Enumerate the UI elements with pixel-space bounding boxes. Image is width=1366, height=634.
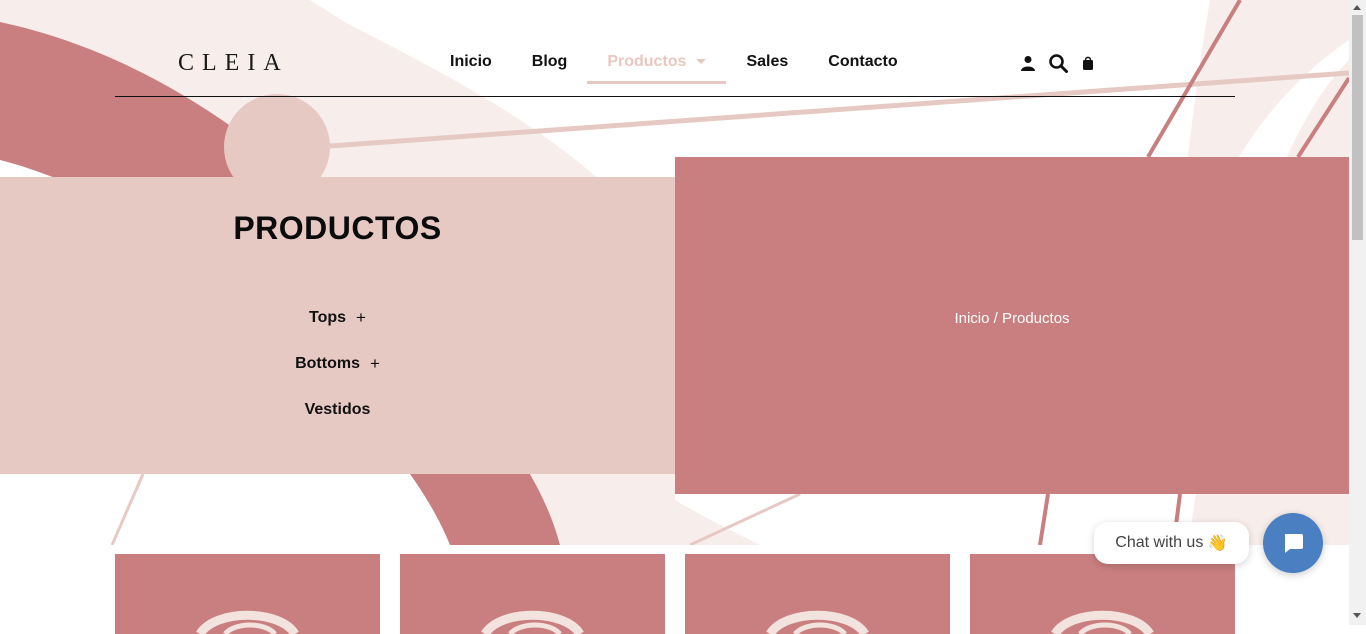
product-card[interactable] xyxy=(400,554,665,634)
header-actions xyxy=(1018,52,1098,74)
nav-item-blog[interactable]: Blog xyxy=(512,50,588,82)
brand-logo[interactable]: CLEIA xyxy=(178,50,289,77)
chat-prompt-bubble[interactable]: Chat with us 👋 xyxy=(1094,522,1249,564)
page-title: PRODUCTOS xyxy=(233,210,442,246)
category-item-tops[interactable]: Tops + xyxy=(0,295,675,341)
placeholder-image-icon xyxy=(766,610,869,634)
nav-item-contacto[interactable]: Contacto xyxy=(808,50,917,82)
product-grid xyxy=(115,554,1235,634)
expand-plus-icon[interactable]: + xyxy=(356,308,366,328)
placeholder-image-icon xyxy=(196,610,299,634)
chat-icon xyxy=(1284,534,1303,553)
scroll-down-icon[interactable] xyxy=(1353,613,1361,618)
breadcrumb-home-link[interactable]: Inicio xyxy=(954,310,989,327)
page-scrollbar[interactable] xyxy=(1349,0,1366,625)
waving-hand-icon: 👋 xyxy=(1207,535,1228,552)
scroll-thumb[interactable] xyxy=(1352,15,1363,240)
search-icon[interactable] xyxy=(1048,52,1068,74)
category-label: Bottoms xyxy=(295,355,360,372)
nav-item-productos[interactable]: Productos xyxy=(587,50,727,84)
chat-prompt-label: Chat with us xyxy=(1115,534,1204,551)
category-list: Tops + Bottoms + Vestidos xyxy=(0,295,675,433)
product-card[interactable] xyxy=(685,554,950,634)
nav-item-productos-label: Productos xyxy=(607,53,687,70)
breadcrumb-separator: / xyxy=(989,310,1002,327)
placeholder-image-icon xyxy=(481,610,584,634)
breadcrumb-current: Productos xyxy=(1002,310,1070,327)
site-header: CLEIA Inicio Blog Productos Sales Contac… xyxy=(0,0,1349,100)
hero-banner: Inicio / Productos xyxy=(675,157,1349,494)
main-nav: Inicio Blog Productos Sales Contacto xyxy=(430,50,918,84)
user-icon[interactable] xyxy=(1018,52,1038,74)
category-label: Vestidos xyxy=(304,401,371,418)
chat-open-button[interactable] xyxy=(1263,513,1323,573)
breadcrumb: Inicio / Productos xyxy=(675,310,1349,327)
product-card[interactable] xyxy=(115,554,380,634)
chevron-down-icon xyxy=(696,59,707,65)
bag-icon[interactable] xyxy=(1078,52,1098,74)
nav-item-sales[interactable]: Sales xyxy=(726,50,808,82)
category-item-vestidos[interactable]: Vestidos xyxy=(0,387,675,433)
header-divider xyxy=(115,96,1235,97)
expand-plus-icon[interactable]: + xyxy=(370,354,380,374)
category-label: Tops xyxy=(309,309,347,326)
nav-item-inicio[interactable]: Inicio xyxy=(430,50,512,82)
category-item-bottoms[interactable]: Bottoms + xyxy=(0,341,675,387)
category-panel: PRODUCTOS Tops + Bottoms + Vestidos xyxy=(0,177,675,474)
product-card[interactable] xyxy=(970,554,1235,634)
placeholder-image-icon xyxy=(1051,610,1154,634)
scroll-up-icon[interactable] xyxy=(1353,5,1361,10)
